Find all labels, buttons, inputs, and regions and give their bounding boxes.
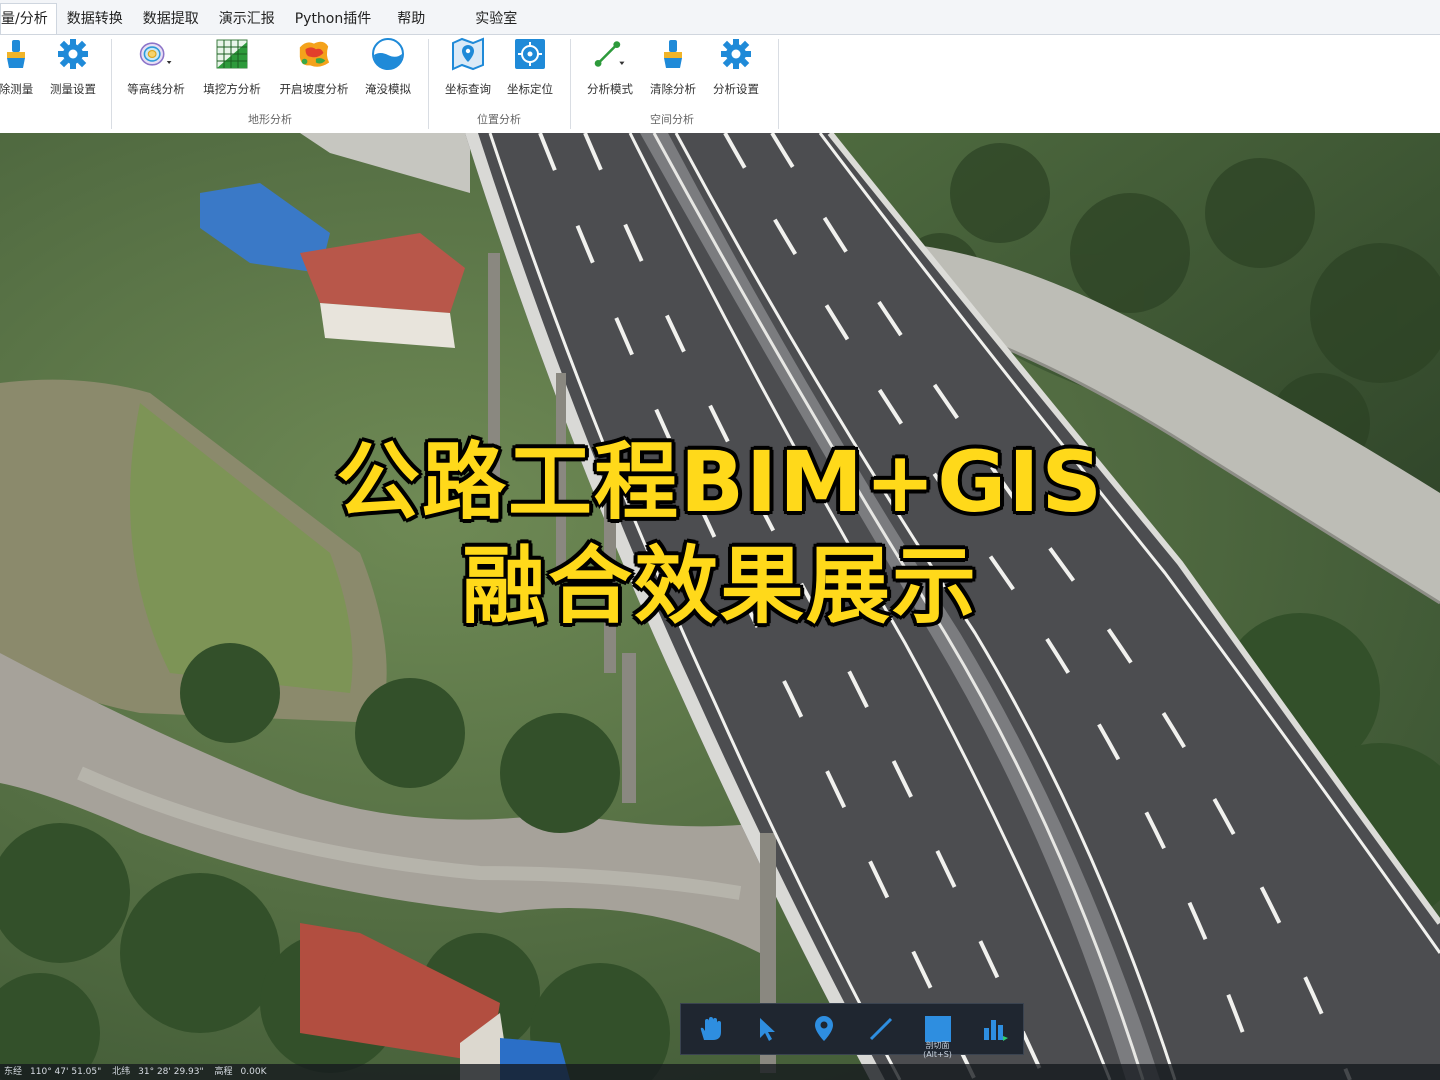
group-divider bbox=[428, 39, 429, 129]
cut-fill-analysis-button[interactable]: 填挖方分析 bbox=[198, 37, 266, 99]
latitude-label: 北纬 bbox=[112, 1067, 131, 1077]
group-divider bbox=[570, 39, 571, 129]
tab-data-extract[interactable]: 数据提取 bbox=[133, 4, 209, 34]
contour-icon bbox=[139, 37, 173, 71]
analysis-settings-button[interactable]: 分析设置 bbox=[708, 37, 764, 99]
title-line-2: 融合效果展示 bbox=[461, 537, 978, 635]
group-divider bbox=[111, 39, 112, 129]
coordinate-query-button[interactable]: 坐标查询 bbox=[440, 37, 496, 99]
placemark-button[interactable] bbox=[804, 1009, 844, 1049]
bar-chart-icon bbox=[983, 1020, 1008, 1041]
flood-water-icon bbox=[371, 37, 405, 71]
tab-lab[interactable]: 实验室 bbox=[435, 4, 527, 34]
coordinate-status-bar: 东经 110° 47' 51.05" 北纬 31° 28' 29.93" 高程 0.0… bbox=[0, 1064, 1440, 1080]
target-icon bbox=[513, 37, 547, 71]
group-label-location: 位置分析 bbox=[477, 113, 521, 126]
measure-settings-button[interactable]: 测量设置 bbox=[46, 37, 100, 99]
select-pointer-button[interactable] bbox=[747, 1009, 787, 1049]
coordinate-locate-button[interactable]: 坐标定位 bbox=[502, 37, 558, 99]
video-title-overlay: 公路工程BIM+GIS 融合效果展示 bbox=[0, 430, 1440, 638]
pointer-arrow-icon bbox=[759, 1018, 775, 1041]
tab-measure-analysis[interactable]: 量/分析 bbox=[0, 3, 57, 34]
gear-icon bbox=[56, 37, 90, 71]
latitude-value: 31° 28' 29.93" bbox=[138, 1067, 204, 1077]
longitude-value: 110° 47' 51.05" bbox=[30, 1067, 102, 1077]
line-draw-icon bbox=[869, 1017, 892, 1041]
group-label-spatial: 空间分析 bbox=[650, 113, 694, 126]
ribbon-panel: 除测量 测量设置 等高线分析 填挖方分析 开启坡度分析 淹没模拟 地形分析 坐标… bbox=[0, 34, 1440, 134]
cut-fill-grid-icon bbox=[215, 37, 249, 71]
gear-icon bbox=[719, 37, 753, 71]
longitude-label: 东经 bbox=[4, 1067, 23, 1077]
section-plane-hint: 剖切面 (Alt+S) bbox=[923, 1041, 952, 1059]
contour-analysis-button[interactable]: 等高线分析 bbox=[122, 37, 190, 99]
elevation-label: 高程 bbox=[214, 1067, 233, 1077]
location-pin-icon bbox=[814, 1016, 833, 1041]
group-divider bbox=[778, 39, 779, 129]
tab-help[interactable]: 帮助 bbox=[381, 4, 435, 34]
brush-icon bbox=[0, 37, 33, 71]
section-plane-icon bbox=[924, 1016, 951, 1042]
slope-map-icon bbox=[297, 37, 331, 71]
pan-hand-button[interactable] bbox=[690, 1009, 730, 1049]
tab-data-convert[interactable]: 数据转换 bbox=[57, 4, 133, 34]
scene-navigation-toolbar: 剖切面 (Alt+S) bbox=[680, 1003, 1024, 1059]
draw-line-button[interactable] bbox=[861, 1009, 901, 1049]
slope-analysis-button[interactable]: 开启坡度分析 bbox=[274, 37, 354, 99]
flood-simulation-button[interactable]: 淹没模拟 bbox=[360, 37, 416, 99]
hand-icon bbox=[700, 1017, 721, 1040]
clear-analysis-button[interactable]: 清除分析 bbox=[645, 37, 701, 99]
group-label-terrain: 地形分析 bbox=[248, 113, 292, 126]
section-plane-button[interactable]: 剖切面 (Alt+S) bbox=[918, 1009, 958, 1059]
title-line-1: 公路工程BIM+GIS bbox=[336, 433, 1104, 531]
ribbon-tab-bar: 量/分析 数据转换 数据提取 演示汇报 Python插件 帮助 实验室 bbox=[0, 0, 1440, 34]
line-tool-icon bbox=[593, 37, 627, 71]
statistics-chart-button[interactable] bbox=[975, 1009, 1015, 1049]
elevation-value: 0.00K bbox=[240, 1067, 267, 1077]
map-pin-icon bbox=[451, 37, 485, 71]
brush-icon bbox=[656, 37, 690, 71]
clear-measure-button[interactable]: 除测量 bbox=[0, 37, 38, 99]
tab-python-plugin[interactable]: Python插件 bbox=[285, 4, 382, 34]
tab-presentation[interactable]: 演示汇报 bbox=[209, 4, 285, 34]
analysis-mode-button[interactable]: 分析模式 bbox=[582, 37, 638, 99]
